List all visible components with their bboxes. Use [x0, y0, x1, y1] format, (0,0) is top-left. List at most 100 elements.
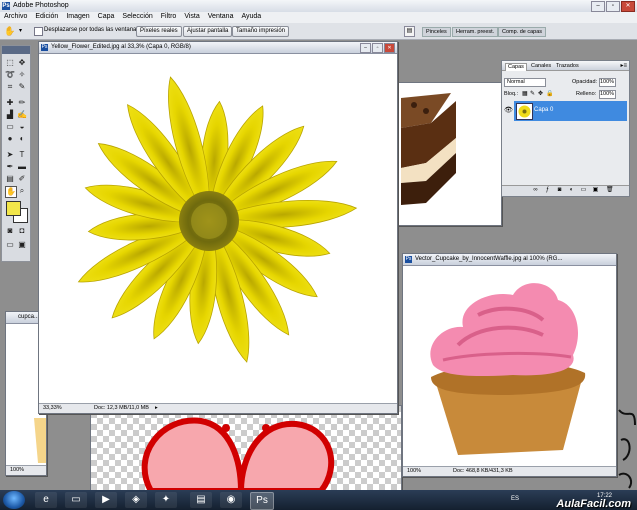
photoshop-doc-icon: Ps	[41, 44, 48, 51]
hand-tool-icon[interactable]: ✋	[5, 186, 17, 198]
layers-panel-footer: ∞ ƒ ◙ ◐ ▭ ▣ 🗑	[502, 185, 629, 196]
fill-label: Relleno:	[576, 91, 597, 97]
scroll-all-windows-label: Desplazarse por todas las ventanas	[44, 27, 140, 33]
app-icon-2[interactable]: ✦	[155, 492, 177, 508]
magic-wand-tool-icon[interactable]: ✧	[17, 70, 27, 80]
opacity-field[interactable]: 100%	[599, 78, 616, 87]
opacity-label: Opacidad:	[572, 79, 598, 85]
lock-all-icon[interactable]: 🔒	[546, 90, 553, 97]
delete-layer-icon[interactable]: 🗑	[606, 187, 614, 194]
language-indicator[interactable]: ES	[511, 496, 519, 502]
notes-tool-icon[interactable]: ▤	[5, 174, 15, 184]
foreground-color-swatch[interactable]	[6, 201, 21, 216]
shape-tool-icon[interactable]: ▬	[17, 162, 27, 172]
tools-panel-header[interactable]	[2, 46, 30, 54]
layer-name: Capa 0	[534, 107, 554, 113]
media-player-icon[interactable]: ▶	[95, 492, 117, 508]
layer-style-icon[interactable]: ƒ	[544, 187, 551, 194]
app-icon-1[interactable]: ◈	[125, 492, 147, 508]
history-brush-tool-icon[interactable]: ✍	[17, 110, 27, 120]
adjustment-layer-icon[interactable]: ◐	[568, 187, 575, 194]
tab-capas[interactable]: Capas	[505, 63, 527, 71]
hand-tool-icon[interactable]: ✋	[4, 26, 16, 36]
restore-button[interactable]: ▫	[606, 1, 620, 12]
healing-brush-tool-icon[interactable]: ✚	[5, 98, 15, 108]
paint-bucket-tool-icon[interactable]: ◒	[17, 122, 27, 132]
status-menu-arrow-icon[interactable]: ▸	[155, 404, 158, 413]
standard-mode-icon[interactable]: ◘	[17, 226, 27, 236]
type-tool-icon[interactable]: T	[17, 150, 27, 160]
background-doodle-art	[618, 409, 636, 489]
blend-mode-select[interactable]: Normal	[504, 78, 546, 87]
tab-trazados[interactable]: Trazados	[554, 63, 581, 70]
print-size-button[interactable]: Tamaño impresión	[232, 26, 290, 37]
tool-preset-chevron-icon[interactable]: ▾	[19, 27, 22, 34]
quick-mask-icon[interactable]: ◙	[5, 226, 15, 236]
zoom-readout[interactable]: 100%	[10, 466, 24, 475]
panel-tab-comp-capas[interactable]: Comp. de capas	[498, 27, 547, 37]
menu-ayuda[interactable]: Ayuda	[237, 12, 265, 23]
fit-screen-button[interactable]: Ajustar pantalla	[183, 26, 233, 37]
menu-ventana[interactable]: Ventana	[204, 12, 238, 23]
menu-imagen[interactable]: Imagen	[62, 12, 93, 23]
actual-pixels-button[interactable]: Píxeles reales	[136, 26, 182, 37]
panel-well-toggle-icon[interactable]: ▤	[404, 26, 415, 37]
eye-visibility-icon[interactable]: 👁	[504, 106, 513, 114]
zoom-tool-icon[interactable]: ⌕	[17, 186, 27, 196]
move-tool-icon[interactable]: ✥	[17, 58, 27, 68]
layer-mask-icon[interactable]: ◙	[556, 187, 563, 194]
photoshop-doc-icon: Ps	[405, 256, 412, 263]
new-group-icon[interactable]: ▭	[580, 187, 587, 194]
lasso-tool-icon[interactable]: ➰	[5, 70, 15, 80]
lock-image-icon[interactable]: ✎	[530, 90, 535, 97]
document-window-red-flower[interactable]	[90, 405, 402, 494]
eraser-tool-icon[interactable]: ▭	[5, 122, 15, 132]
document-window-cake[interactable]	[395, 82, 502, 226]
eyedropper-tool-icon[interactable]: ✎	[17, 82, 27, 92]
menu-archivo[interactable]: Archivo	[0, 12, 31, 23]
doc-maximize-button[interactable]: ▫	[372, 43, 383, 53]
clone-stamp-tool-icon[interactable]: ▟	[5, 110, 15, 120]
screen-mode-icon[interactable]: ▭	[5, 240, 15, 250]
chrome-icon[interactable]: ◉	[220, 492, 242, 508]
marquee-tool-icon[interactable]: ⬚	[5, 58, 15, 68]
panel-menu-icon[interactable]: ▸≡	[620, 62, 627, 69]
lock-position-icon[interactable]: ✥	[538, 90, 543, 97]
menu-seleccion[interactable]: Selección	[118, 12, 156, 23]
layer-row-capa-0[interactable]: Capa 0	[514, 101, 627, 121]
photoshop-taskbar-icon[interactable]: Ps	[250, 492, 274, 510]
brush-tool-icon[interactable]: ✏	[17, 98, 27, 108]
blur-tool-icon[interactable]: ●	[5, 134, 15, 144]
doc-close-button[interactable]: ✕	[384, 43, 395, 53]
crop-tool-icon[interactable]: ⌗	[5, 82, 15, 92]
app-icon-3[interactable]: ▤	[190, 492, 212, 508]
lock-transparency-icon[interactable]: ▦	[522, 90, 528, 97]
eyedropper-tool-2-icon[interactable]: ✐	[17, 174, 27, 184]
minimize-button[interactable]: –	[591, 1, 605, 12]
fill-field[interactable]: 100%	[599, 90, 616, 99]
document-window-vector-cupcake[interactable]: Ps Vector_Cupcake_by_InnocentWaffle.jpg …	[402, 253, 617, 477]
zoom-readout[interactable]: 100%	[407, 467, 421, 476]
link-layers-icon[interactable]: ∞	[532, 187, 539, 194]
document-title-text: Yellow_Flower_Edited.jpg al 33,3% (Capa …	[51, 44, 191, 50]
full-screen-mode-icon[interactable]: ▣	[17, 240, 27, 250]
doc-minimize-button[interactable]: –	[360, 43, 371, 53]
internet-explorer-icon[interactable]: e	[35, 492, 57, 508]
new-layer-icon[interactable]: ▣	[592, 187, 599, 194]
menu-capa[interactable]: Capa	[94, 12, 119, 23]
panel-tab-herram-preest[interactable]: Herram. preest.	[452, 27, 499, 37]
menu-vista[interactable]: Vista	[180, 12, 203, 23]
panel-tab-pinceles[interactable]: Pinceles	[422, 27, 451, 37]
menu-edicion[interactable]: Edición	[31, 12, 62, 23]
pen-tool-icon[interactable]: ✒	[5, 162, 15, 172]
scroll-all-windows-checkbox[interactable]	[34, 27, 43, 36]
zoom-readout[interactable]: 33,33%	[43, 404, 62, 413]
document-window-yellow-flower[interactable]: Ps Yellow_Flower_Edited.jpg al 33,3% (Ca…	[38, 41, 398, 414]
path-selection-tool-icon[interactable]: ➤	[5, 150, 15, 160]
dodge-tool-icon[interactable]: ◐	[17, 134, 27, 144]
start-button[interactable]	[3, 491, 25, 509]
tab-canales[interactable]: Canales	[529, 63, 553, 70]
close-button[interactable]: ✕	[621, 1, 635, 12]
file-explorer-icon[interactable]: ▭	[65, 492, 87, 508]
menu-filtro[interactable]: Filtro	[157, 12, 181, 23]
